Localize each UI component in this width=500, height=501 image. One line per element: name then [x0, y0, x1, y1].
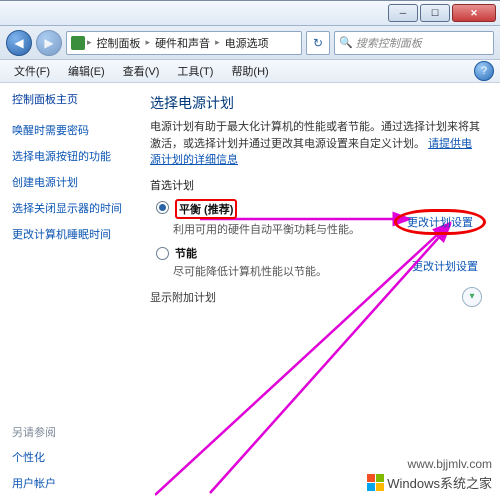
watermark-text: Windows系统之家 [387, 473, 492, 492]
watermark: Windows系统之家 [365, 472, 494, 493]
menu-edit[interactable]: 编辑(E) [60, 61, 113, 81]
sidebar-item-create-plan[interactable]: 创建电源计划 [12, 174, 130, 190]
sidebar: 控制面板主页 唤醒时需要密码 选择电源按钮的功能 创建电源计划 选择关闭显示器的… [0, 83, 140, 501]
maximize-icon: ☐ [431, 9, 439, 18]
close-button[interactable]: ✕ [452, 4, 496, 22]
search-icon: 🔍 [339, 36, 353, 49]
watermark-url: www.bjjmlv.com [408, 457, 492, 471]
help-icon: ? [481, 65, 487, 77]
sidebar-item-display-off[interactable]: 选择关闭显示器的时间 [12, 200, 130, 216]
plan-saver-title: 节能 [175, 245, 197, 261]
back-icon: ◀ [14, 36, 23, 50]
crumb-control-panel[interactable]: 控制面板 [94, 35, 144, 51]
sidebar-related-personalization[interactable]: 个性化 [12, 449, 130, 465]
menu-help[interactable]: 帮助(H) [223, 61, 276, 81]
help-button[interactable]: ? [474, 61, 494, 81]
maximize-button[interactable]: ☐ [420, 4, 450, 22]
page-description: 电源计划有助于最大化计算机的性能或者节能。通过选择计划来将其激活，或选择计划并通… [150, 119, 482, 169]
radio-saver[interactable] [156, 247, 169, 260]
sidebar-item-sleep-time[interactable]: 更改计算机睡眠时间 [12, 226, 130, 242]
body: 控制面板主页 唤醒时需要密码 选择电源按钮的功能 创建电源计划 选择关闭显示器的… [0, 83, 500, 501]
change-settings-balanced[interactable]: 更改计划设置 [407, 217, 473, 229]
window: ─ ☐ ✕ ◀ ▶ ▸ 控制面板 ▸ 硬件和声音 ▸ 电源选项 ↻ 🔍 搜索控制… [0, 0, 500, 501]
minimize-icon: ─ [400, 9, 406, 18]
content: 选择电源计划 电源计划有助于最大化计算机的性能或者节能。通过选择计划来将其激活，… [140, 83, 500, 501]
show-additional-label: 显示附加计划 [150, 289, 216, 305]
menu-file[interactable]: 文件(F) [6, 61, 58, 81]
sidebar-item-require-password[interactable]: 唤醒时需要密码 [12, 122, 130, 138]
menu-bar: 文件(F) 编辑(E) 查看(V) 工具(T) 帮助(H) ? [0, 60, 500, 83]
minimize-button[interactable]: ─ [388, 4, 418, 22]
chevron-right-icon: ▸ [146, 37, 151, 48]
refresh-icon: ↻ [313, 36, 323, 50]
highlight-balanced: 平衡 (推荐) [175, 199, 237, 219]
title-bar: ─ ☐ ✕ [0, 0, 500, 26]
nav-forward-button[interactable]: ▶ [36, 30, 62, 56]
change-settings-balanced-wrap: 更改计划设置 [394, 209, 486, 235]
crumb-power-options[interactable]: 电源选项 [222, 35, 272, 51]
chevron-down-icon: ▾ [462, 287, 482, 307]
plan-balanced-title: 平衡 (推荐) [179, 204, 233, 216]
radio-balanced[interactable] [156, 201, 169, 214]
menu-view[interactable]: 查看(V) [115, 61, 168, 81]
highlight-change-settings: 更改计划设置 [394, 209, 486, 235]
chevron-right-icon: ▸ [87, 37, 92, 48]
sidebar-home[interactable]: 控制面板主页 [12, 91, 130, 107]
change-settings-saver[interactable]: 更改计划设置 [412, 258, 478, 274]
control-panel-icon [71, 36, 85, 50]
preferred-plans-label: 首选计划 [150, 177, 482, 193]
refresh-button[interactable]: ↻ [306, 31, 330, 55]
nav-bar: ◀ ▶ ▸ 控制面板 ▸ 硬件和声音 ▸ 电源选项 ↻ 🔍 搜索控制面板 [0, 26, 500, 60]
sidebar-item-power-button[interactable]: 选择电源按钮的功能 [12, 148, 130, 164]
crumb-hardware-sound[interactable]: 硬件和声音 [152, 35, 213, 51]
nav-back-button[interactable]: ◀ [6, 30, 32, 56]
close-icon: ✕ [470, 9, 478, 18]
page-title: 选择电源计划 [150, 93, 482, 113]
sidebar-related-header: 另请参阅 [12, 424, 130, 440]
search-input[interactable]: 🔍 搜索控制面板 [334, 31, 494, 55]
breadcrumb[interactable]: ▸ 控制面板 ▸ 硬件和声音 ▸ 电源选项 [66, 31, 302, 55]
menu-tools[interactable]: 工具(T) [169, 61, 221, 81]
show-additional-plans[interactable]: 显示附加计划 ▾ [150, 287, 482, 307]
search-placeholder: 搜索控制面板 [356, 35, 422, 51]
forward-icon: ▶ [44, 36, 53, 50]
windows-logo-icon [367, 474, 385, 492]
chevron-right-icon: ▸ [215, 37, 220, 48]
sidebar-related-user-accounts[interactable]: 用户帐户 [12, 475, 130, 491]
